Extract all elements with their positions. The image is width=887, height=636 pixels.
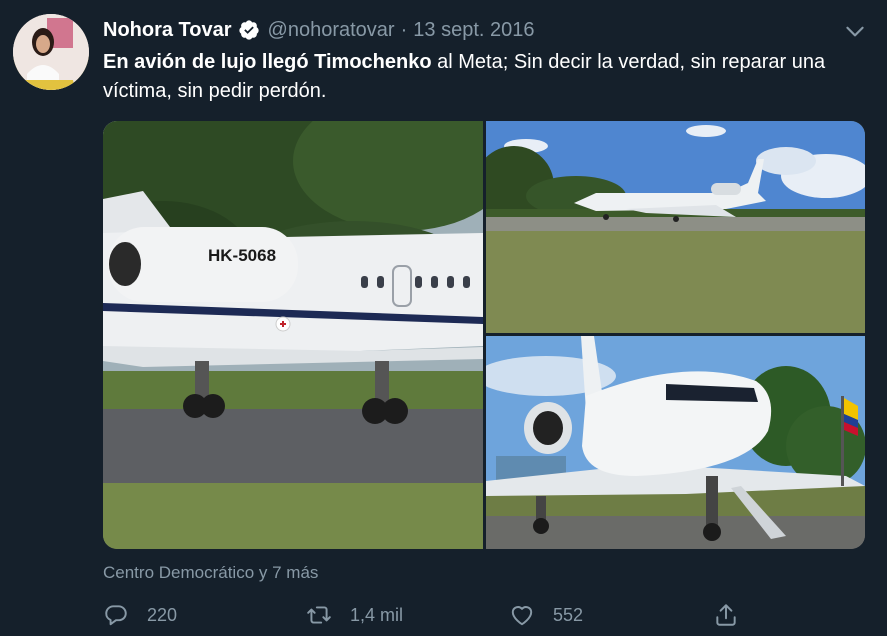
tweet-header: Nohora Tovar @nohoratovar · 13 sept. 201… (103, 16, 534, 44)
photo-jet-closeup[interactable]: HK-5068 (103, 121, 483, 549)
retweet-button[interactable]: 1,4 mil (306, 602, 403, 628)
tail-number: HK-5068 (208, 246, 276, 265)
verified-icon (238, 20, 259, 40)
like-button[interactable]: 552 (509, 602, 583, 628)
avatar[interactable] (13, 14, 89, 90)
share-button[interactable] (713, 602, 739, 628)
photo-jet-runway[interactable] (486, 121, 865, 333)
caret-down-icon[interactable] (842, 18, 868, 44)
media-grid: HK-5068 (103, 121, 865, 549)
photo-jet-front[interactable] (486, 336, 865, 549)
tweet-actions: 220 1,4 mil 552 (103, 602, 873, 632)
reply-button[interactable]: 220 (103, 602, 177, 628)
tweet-text: En avión de lujo llegó Timochenko al Met… (103, 48, 873, 106)
share-icon (716, 604, 736, 626)
reply-icon (105, 605, 127, 626)
author-handle[interactable]: @nohoratovar (268, 19, 395, 42)
author-name[interactable]: Nohora Tovar (103, 19, 232, 42)
retweet-icon (307, 606, 331, 624)
like-count: 552 (553, 604, 584, 625)
tagged-users[interactable]: Centro Democrático y 7 más (103, 563, 318, 583)
tweet-date[interactable]: 13 sept. 2016 (413, 19, 534, 42)
like-icon (511, 606, 533, 626)
reply-count: 220 (147, 604, 178, 625)
separator-dot: · (400, 18, 408, 41)
tweet-text-bold: En avión de lujo llegó Timochenko (103, 51, 432, 73)
retweet-count: 1,4 mil (350, 604, 404, 625)
